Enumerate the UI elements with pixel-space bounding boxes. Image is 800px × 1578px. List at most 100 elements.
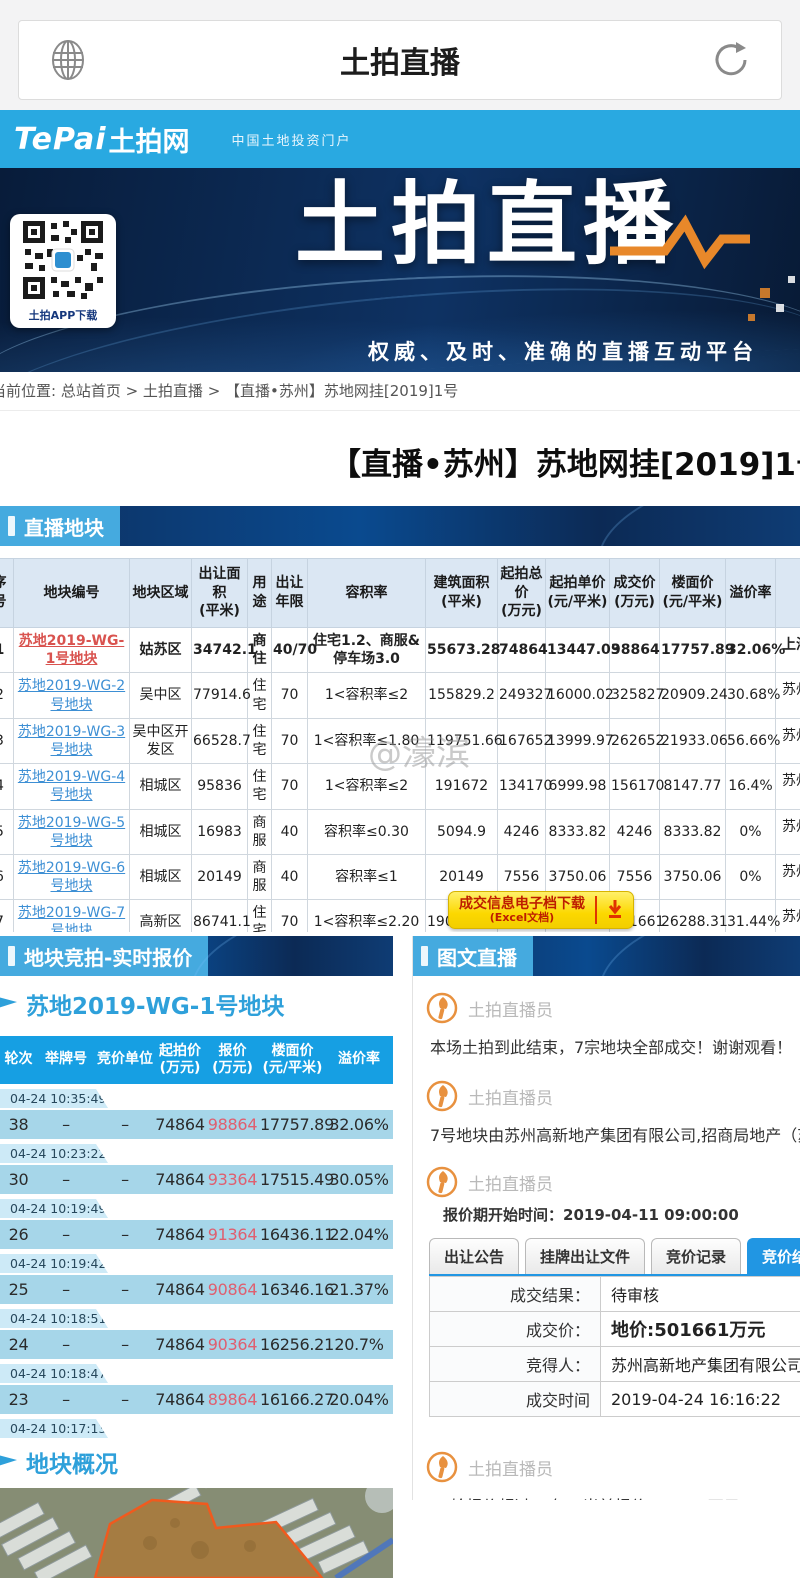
column-header: 出让年限 — [272, 559, 308, 628]
refresh-icon[interactable] — [709, 37, 755, 83]
cell-floor: 8147.77 — [660, 764, 726, 809]
bid-timestamp: 04-24 10:17:13 — [0, 1419, 108, 1438]
live-feed-column: 图文直播 土拍直播员 本场土拍到此结束，7宗地块全部成交！谢谢观看！ 土拍直播员… — [412, 936, 800, 1500]
parcel-link[interactable]: 苏地2019-WG-5号地块 — [18, 815, 125, 849]
torch-icon — [426, 1451, 458, 1483]
bid-cell-bidder: – — [95, 1115, 155, 1134]
cell-far: 1<容积率≤2 — [308, 673, 426, 718]
tab-3[interactable]: 竞价结果 — [747, 1238, 800, 1274]
cell-build: 55673.28 — [426, 628, 498, 673]
parcel-link[interactable]: 苏地2019-WG-2号地块 — [18, 678, 125, 712]
bid-cell-floor: 17515.49 — [260, 1170, 325, 1189]
flag-icon — [0, 1453, 18, 1479]
parcel-link[interactable]: 苏地2019-WG-7号地块 — [18, 905, 125, 932]
bid-cell-paddle: – — [37, 1280, 95, 1299]
section-label: 直播地块 — [0, 506, 120, 546]
site-tagline: 中国土地投资门户 — [232, 130, 352, 149]
parcel-link[interactable]: 苏地2019-WG-4号地块 — [18, 769, 125, 803]
parcel-row: 5苏地2019-WG-5号地块相城区16983商服40容积率≤0.305094.… — [0, 809, 800, 854]
info-value: 地价:501661万元 — [601, 1312, 800, 1347]
cell-build: 119751.66 — [426, 718, 498, 763]
parcel-link[interactable]: 苏地2019-WG-1号地块 — [19, 633, 125, 667]
cell-premium: 0% — [726, 854, 776, 899]
bid-cell-paddle: – — [37, 1115, 95, 1134]
reporter-name: 土拍直播员 — [468, 996, 553, 1021]
info-value: 待审核 — [601, 1277, 800, 1312]
breadcrumb: 当前位置: 总站首页 > 土拍直播 > 【直播•苏州】苏地网挂[2019]1号 — [0, 372, 800, 411]
bid-cell-bid: 90364 — [205, 1335, 260, 1354]
info-label: 成交结果： — [430, 1277, 601, 1312]
cell-region: 高新区 — [130, 900, 192, 932]
cell-start_total: 4246 — [498, 809, 546, 854]
bid-cell-floor: 17757.89 — [260, 1115, 325, 1134]
section-bar-live-parcels: 直播地块 — [0, 506, 800, 546]
site-logo[interactable]: TePai — [14, 122, 107, 157]
globe-icon[interactable] — [45, 37, 91, 83]
cell-winner: 苏州 — [776, 809, 800, 854]
bid-cell-round: 24 — [0, 1335, 37, 1354]
column-header: 楼面价 (元/平米) — [660, 559, 726, 628]
bidding-column: 地块竞拍-实时报价 苏地2019-WG-1号地块 轮次举牌号竞价单位起拍价 (万… — [0, 936, 393, 1578]
qr-card[interactable]: 土拍APP下载 — [10, 214, 116, 328]
feed-message: 7号地块由苏州高新地产集团有限公司,招商局地产（苏州）有限公 — [430, 1122, 800, 1146]
bid-cell-bidder: – — [95, 1280, 155, 1299]
bid-table-header: 轮次举牌号竞价单位起拍价 (万元)报价 (万元)楼面价 (元/平米)溢价率 — [0, 1036, 393, 1084]
bid-table: 轮次举牌号竞价单位起拍价 (万元)报价 (万元)楼面价 (元/平米)溢价率 04… — [0, 1036, 393, 1438]
cell-floor: 3750.06 — [660, 854, 726, 899]
bid-column-header: 举牌号 — [37, 1051, 95, 1069]
bid-cell-bidder: – — [95, 1335, 155, 1354]
cell-region: 吴中区 — [130, 673, 192, 718]
cell-far: 容积率≤1 — [308, 854, 426, 899]
browser-chrome: 土拍直播 — [0, 0, 800, 110]
column-header: 溢价率 — [726, 559, 776, 628]
parcel-link[interactable]: 苏地2019-WG-3号地块 — [18, 724, 125, 758]
bid-cell-start: 74864 — [155, 1170, 205, 1189]
banner-slogan: 权威、及时、准确的直播互动平台 — [368, 336, 758, 366]
bid-row: 30––748649336417515.4930.05% — [0, 1165, 393, 1194]
cell-premium: 30.68% — [726, 673, 776, 718]
site-logo-cn[interactable]: 土拍网 — [109, 120, 190, 159]
bid-cell-paddle: – — [37, 1335, 95, 1354]
download-button-sublabel: (Excel文档) — [459, 912, 585, 925]
tab-2[interactable]: 竞价记录 — [651, 1238, 741, 1274]
feed-message-header: 土拍直播员 — [426, 1166, 800, 1198]
parcel-link[interactable]: 苏地2019-WG-6号地块 — [18, 860, 125, 894]
bid-cell-floor: 16166.27 — [260, 1390, 325, 1409]
cell-start_unit: 6999.98 — [546, 764, 610, 809]
section-bar-live-feed: 图文直播 — [413, 936, 800, 976]
bid-cell-floor: 16256.21 — [260, 1335, 325, 1354]
info-label: 竞得人： — [430, 1347, 601, 1382]
bid-row: 24––748649036416256.2120.7% — [0, 1330, 393, 1359]
satellite-map[interactable] — [0, 1488, 393, 1578]
cell-deal: 98864 — [610, 628, 660, 673]
bid-cell-bid: 93364 — [205, 1170, 260, 1189]
cell-deal: 325827 — [610, 673, 660, 718]
cell-start_total: 74864 — [498, 628, 546, 673]
parcel-table: 序号地块编号地块区域出让面积 (平米)用途出让年限容积率建筑面积 (平米)起拍总… — [0, 558, 800, 932]
tab-1[interactable]: 挂牌出让文件 — [525, 1238, 645, 1274]
bid-cell-bidder: – — [95, 1390, 155, 1409]
cell-deal: 262652 — [610, 718, 660, 763]
cell-premium: 0% — [726, 809, 776, 854]
bid-row: 26––748649136416436.1122.04% — [0, 1220, 393, 1249]
bid-period-start-value: 2019-04-11 09:00:00 — [563, 1206, 739, 1224]
cell-use: 商服 — [248, 854, 272, 899]
cell-area: 66528.7 — [192, 718, 248, 763]
cell-area: 34742.1 — [192, 628, 248, 673]
cell-use: 商服 — [248, 809, 272, 854]
column-header: 起拍总价 (万元) — [498, 559, 546, 628]
bid-cell-round: 38 — [0, 1115, 37, 1134]
bid-cell-paddle: – — [37, 1170, 95, 1189]
download-excel-button[interactable]: 成交信息电子档下载 (Excel文档) — [448, 891, 634, 929]
tab-0[interactable]: 出让公告 — [429, 1238, 519, 1274]
column-header: 用途 — [248, 559, 272, 628]
cell-start_unit: 13999.97 — [546, 718, 610, 763]
reporter-name: 土拍直播员 — [468, 1455, 553, 1480]
info-value: 2019-04-24 16:16:22 — [601, 1382, 800, 1417]
info-row: 竞得人：苏州高新地产集团有限公司,招商 — [430, 1347, 800, 1382]
info-label: 成交时间 — [430, 1382, 601, 1417]
cell-build: 191672 — [426, 764, 498, 809]
bar-dash-icon — [8, 946, 15, 966]
cell-build: 5094.9 — [426, 809, 498, 854]
banner: 土拍直播 土拍APP下载 权威、及时、准确的直播互 — [0, 168, 800, 372]
